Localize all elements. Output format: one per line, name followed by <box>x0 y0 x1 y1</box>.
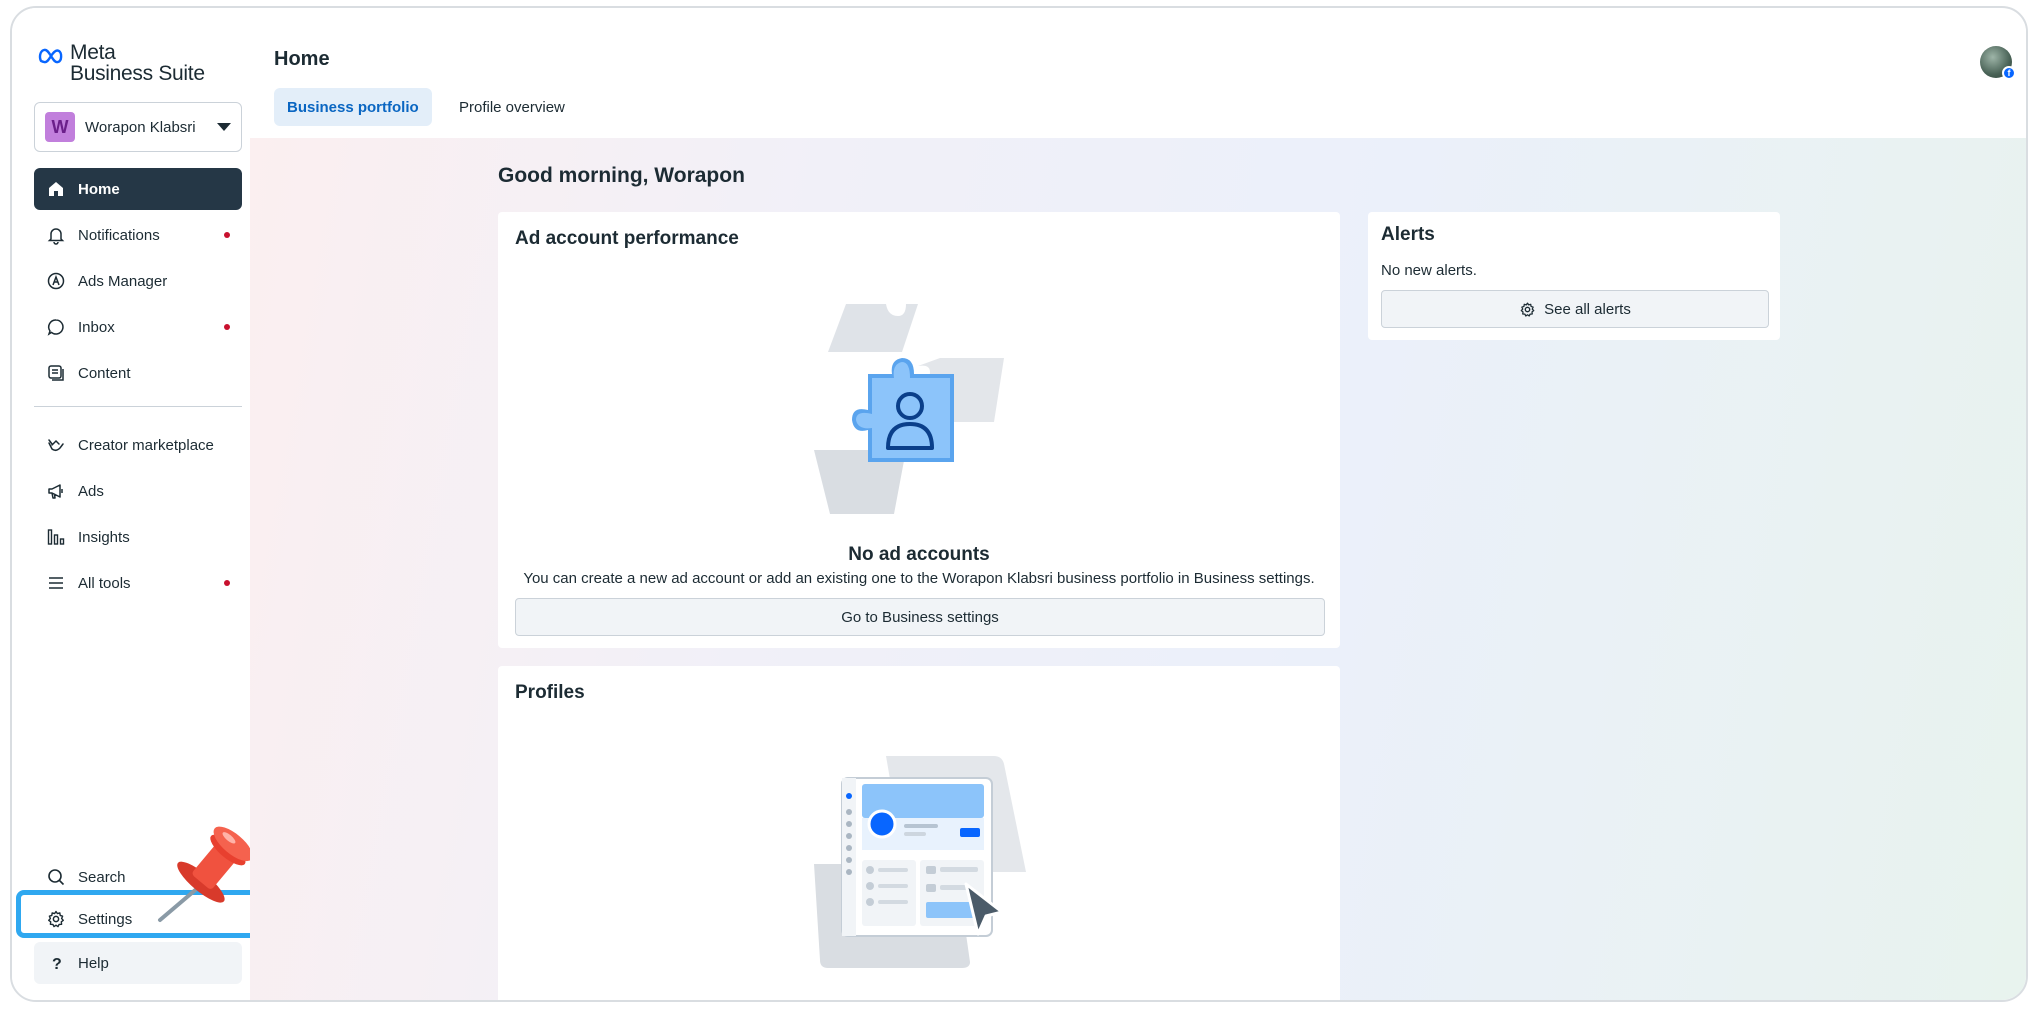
empty-state-text: You can create a new ad account or add a… <box>523 570 1315 587</box>
sidebar-item-creator-marketplace[interactable]: Creator marketplace <box>34 424 242 466</box>
profiles-card: Profiles <box>498 666 1340 1000</box>
top-bar: Home Business portfolio Profile overview… <box>250 22 2026 138</box>
home-icon <box>49 182 63 196</box>
button-label: See all alerts <box>1544 300 1631 318</box>
unread-dot <box>224 580 230 586</box>
gear-icon <box>1520 301 1535 317</box>
sidebar-item-label: Creator marketplace <box>78 436 214 454</box>
logo-line-1: Meta <box>70 41 116 64</box>
account-avatar: W <box>45 112 75 142</box>
bell-icon <box>47 228 65 245</box>
ad-performance-card: Ad account performance No ad accounts Yo… <box>498 212 1340 648</box>
sidebar-item-label: Insights <box>78 528 130 546</box>
sidebar-divider <box>34 406 242 407</box>
unread-dot <box>224 324 230 330</box>
meta-logo-icon <box>38 48 63 64</box>
account-switcher[interactable]: W Worapon Klabsri <box>34 102 242 152</box>
bar-chart-icon <box>47 529 65 545</box>
chat-bubble-icon <box>47 319 64 336</box>
handshake-icon <box>48 439 64 452</box>
sidebar-item-ads-manager[interactable]: Ads Manager <box>34 260 242 302</box>
unread-dot <box>224 232 230 238</box>
empty-state-title: No ad accounts <box>848 544 990 565</box>
greeting: Good morning, Worapon <box>498 164 745 187</box>
logo-line-2: Business Suite <box>70 62 205 85</box>
sidebar-item-label: Inbox <box>78 318 115 336</box>
tab-profile-overview[interactable]: Profile overview <box>446 88 578 126</box>
sidebar-item-label: Ads Manager <box>78 272 168 290</box>
profiles-illustration <box>814 756 1026 968</box>
button-label: Go to Business settings <box>841 608 999 626</box>
sidebar: Meta Business Suite W Worapon Klabsri Ho… <box>12 8 266 1000</box>
alerts-empty-text: No new alerts. <box>1381 262 1477 279</box>
meta-business-suite-logo[interactable]: Meta Business Suite <box>38 42 205 84</box>
content-area: Good morning, Worapon Ad account perform… <box>250 138 2026 1000</box>
card-title: Alerts <box>1381 224 1435 245</box>
card-title: Profiles <box>515 682 585 703</box>
see-all-alerts-button[interactable]: See all alerts <box>1381 290 1769 328</box>
sidebar-item-all-tools[interactable]: All tools <box>34 562 242 604</box>
menu-icon <box>49 577 63 589</box>
account-name: Worapon Klabsri <box>85 118 196 136</box>
ads-manager-icon <box>47 272 65 290</box>
svg-text:?: ? <box>52 956 62 973</box>
main-area: Home Business portfolio Profile overview… <box>250 22 2026 1000</box>
sidebar-item-label: Home <box>78 180 120 198</box>
app-window: Meta Business Suite W Worapon Klabsri Ho… <box>10 6 2028 1002</box>
search-icon <box>48 869 65 886</box>
page-title: Home <box>274 48 330 70</box>
chevron-down-icon <box>217 123 231 131</box>
sidebar-item-inbox[interactable]: Inbox <box>34 306 242 348</box>
sidebar-item-label: Help <box>78 954 109 972</box>
content-icon <box>48 365 64 381</box>
sidebar-item-insights[interactable]: Insights <box>34 516 242 558</box>
question-icon: ? <box>52 956 62 973</box>
gear-icon <box>48 910 64 928</box>
card-title: Ad account performance <box>515 228 739 249</box>
puzzle-illustration <box>814 304 1004 514</box>
alerts-card: Alerts No new alerts. See all alerts <box>1368 212 1780 340</box>
sidebar-item-home[interactable]: Home <box>34 168 242 210</box>
sidebar-item-label: All tools <box>78 574 131 592</box>
sidebar-item-label: Ads <box>78 482 104 500</box>
sidebar-item-ads[interactable]: Ads <box>34 470 242 512</box>
tab-business-portfolio[interactable]: Business portfolio <box>274 88 432 126</box>
facebook-badge-icon: f <box>2002 66 2016 80</box>
sidebar-item-content[interactable]: Content <box>34 352 242 394</box>
sidebar-item-label: Notifications <box>78 226 160 244</box>
go-to-business-settings-button[interactable]: Go to Business settings <box>515 598 1325 636</box>
sidebar-item-label: Content <box>78 364 131 382</box>
sidebar-item-notifications[interactable]: Notifications <box>34 214 242 256</box>
sidebar-item-help[interactable]: ? Help <box>34 942 242 984</box>
megaphone-icon <box>48 484 63 499</box>
